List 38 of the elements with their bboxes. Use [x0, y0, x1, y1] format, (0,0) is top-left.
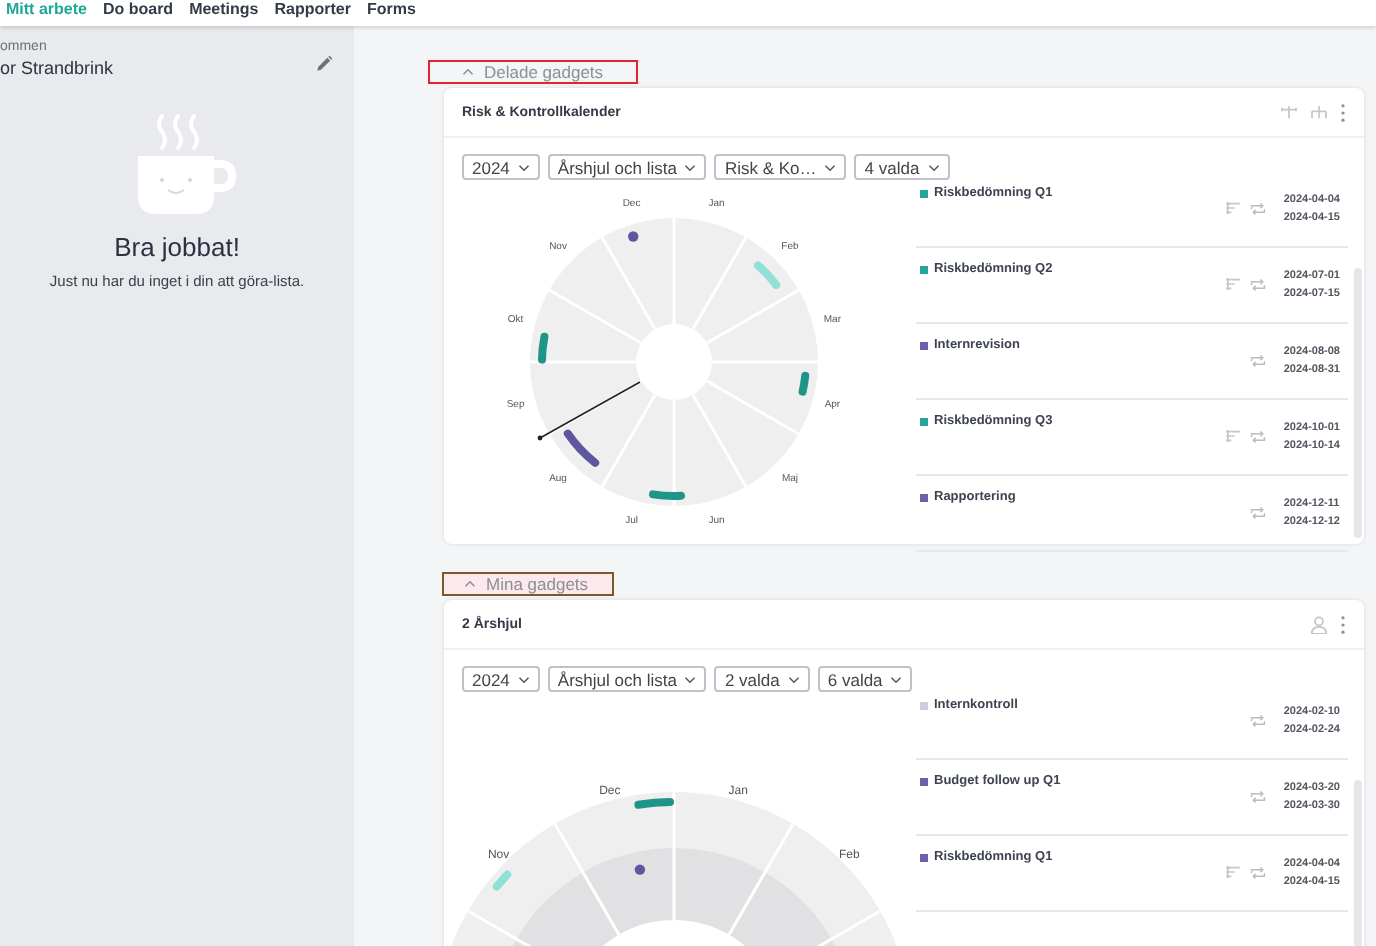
caret-icon — [684, 675, 697, 683]
filter-dropdown[interactable]: 2024 — [462, 666, 540, 692]
caret-icon — [684, 163, 697, 171]
nav-tab[interactable]: Rapporter — [274, 0, 351, 20]
more-icon[interactable] — [1340, 615, 1346, 633]
more-icon[interactable] — [1340, 103, 1346, 121]
repeat-icon — [1249, 713, 1266, 727]
repeat-icon — [1249, 505, 1266, 519]
nav-tab[interactable]: Meetings — [189, 0, 259, 20]
filter-dropdown[interactable]: 2024 — [462, 154, 540, 180]
filter-dropdown[interactable]: 6 valda — [817, 666, 913, 692]
filter-dropdown[interactable]: 2 valda — [714, 666, 810, 692]
caret-icon — [462, 68, 474, 76]
filter-dropdown[interactable]: Årshjul och lista — [547, 666, 707, 692]
filter-dropdown[interactable]: 4 valda — [854, 154, 950, 180]
user-name: or Strandbrink — [0, 56, 114, 80]
repeat-icon — [1249, 201, 1266, 215]
caret-icon — [927, 163, 940, 171]
caret-icon — [464, 580, 476, 588]
sitemap-icon[interactable] — [1310, 105, 1328, 119]
repeat-icon — [1249, 789, 1266, 803]
filter-dropdown[interactable]: Årshjul och lista — [547, 154, 707, 180]
caret-icon — [890, 675, 903, 683]
hierarchy-icon[interactable] — [1280, 105, 1298, 119]
caret-icon — [517, 675, 530, 683]
repeat-icon — [1249, 429, 1266, 443]
caret-icon — [787, 675, 800, 683]
repeat-icon — [1249, 865, 1266, 879]
edit-icon[interactable] — [314, 54, 334, 74]
caret-icon — [824, 163, 837, 171]
caret-icon — [517, 163, 530, 171]
nav-tab[interactable]: Do board — [102, 0, 174, 20]
repeat-icon — [1249, 277, 1266, 291]
empty-state-title: Bra jobbat! — [114, 232, 240, 262]
user-icon[interactable] — [1310, 615, 1328, 633]
filter-dropdown[interactable]: Risk & Ko… — [714, 154, 847, 180]
repeat-icon — [1249, 353, 1266, 367]
nav-tab[interactable]: Forms — [366, 0, 416, 20]
